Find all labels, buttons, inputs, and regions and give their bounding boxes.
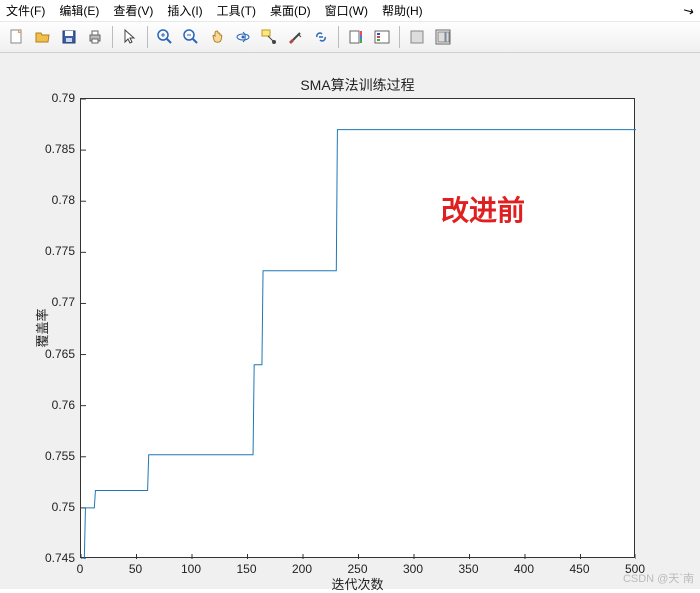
y-tick-label: 0.785 [25,142,75,156]
y-tick-label: 0.745 [25,551,75,565]
y-tick-label: 0.765 [25,347,75,361]
x-tick-label: 0 [77,562,84,576]
x-tick-label: 250 [347,562,367,576]
menu-bar: 文件(F) 编辑(E) 查看(V) 插入(I) 工具(T) 桌面(D) 窗口(W… [0,0,700,22]
menu-window[interactable]: 窗口(W) [325,2,368,19]
annotation-text: 改进前 [441,189,525,229]
x-tick-label: 350 [458,562,478,576]
x-tick-label: 400 [514,562,534,576]
data-cursor-icon[interactable] [257,25,281,49]
y-tick-label: 0.75 [25,500,75,514]
pointer-icon[interactable] [118,25,142,49]
x-tick-label: 100 [181,562,201,576]
x-tick-label: 200 [292,562,312,576]
figure-area: SMA算法训练过程 覆盖率 迭代次数 改进前 0.7450.750.7550.7… [0,53,700,589]
x-tick-label: 150 [236,562,256,576]
y-tick-label: 0.755 [25,449,75,463]
y-tick-label: 0.77 [25,295,75,309]
plot-tools-icon[interactable] [431,25,455,49]
new-figure-icon[interactable] [5,25,29,49]
dock-icon[interactable]: ↘ [680,1,697,20]
zoom-in-icon[interactable] [153,25,177,49]
rotate-3d-icon[interactable] [231,25,255,49]
legend-icon[interactable] [370,25,394,49]
x-axis-label: 迭代次数 [80,574,635,593]
link-data-icon[interactable] [309,25,333,49]
x-tick-label: 300 [403,562,423,576]
watermark: CSDN @天`南 [623,570,694,586]
menu-desktop[interactable]: 桌面(D) [270,2,311,19]
x-tick-label: 50 [129,562,142,576]
x-tick-label: 450 [569,562,589,576]
chart-plot [81,99,636,559]
chart-axes[interactable]: 改进前 [80,98,635,558]
y-tick-label: 0.78 [25,193,75,207]
y-tick-label: 0.79 [25,91,75,105]
pan-icon[interactable] [205,25,229,49]
y-axis-label: 覆盖率 [32,308,51,347]
toolbar [0,22,700,53]
menu-edit[interactable]: 编辑(E) [59,2,99,19]
print-icon[interactable] [83,25,107,49]
menu-view[interactable]: 查看(V) [113,2,153,19]
y-tick-label: 0.775 [25,244,75,258]
brush-icon[interactable] [283,25,307,49]
menu-file[interactable]: 文件(F) [6,2,45,19]
save-icon[interactable] [57,25,81,49]
zoom-out-icon[interactable] [179,25,203,49]
y-tick-label: 0.76 [25,398,75,412]
new-subplot-icon[interactable] [405,25,429,49]
colorbar-icon[interactable] [344,25,368,49]
open-icon[interactable] [31,25,55,49]
chart-title: SMA算法训练过程 [80,75,635,95]
menu-help[interactable]: 帮助(H) [382,2,423,19]
menu-insert[interactable]: 插入(I) [167,2,202,19]
menu-tools[interactable]: 工具(T) [217,2,256,19]
